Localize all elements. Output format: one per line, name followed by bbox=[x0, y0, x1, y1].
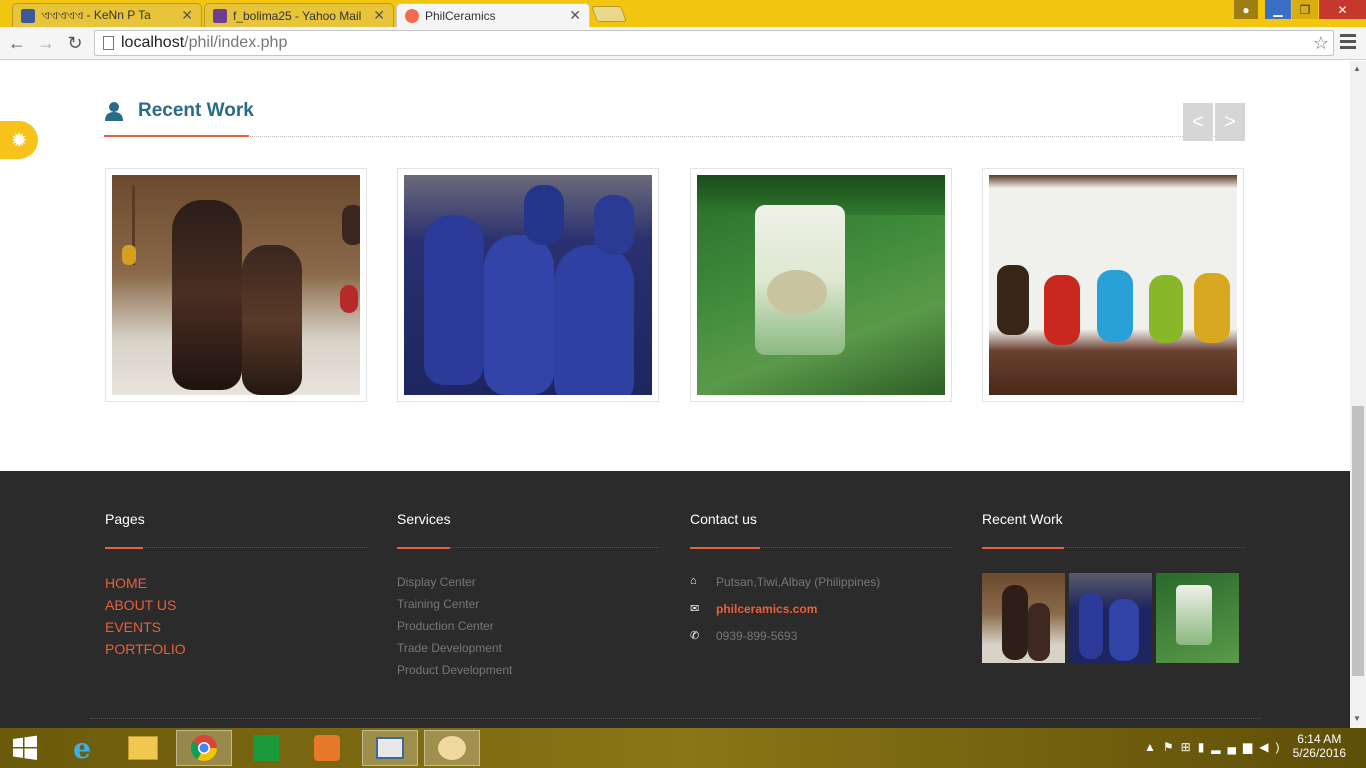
page-scrollbar[interactable]: ▲ ▼ bbox=[1350, 61, 1366, 728]
close-icon[interactable]: ✕ bbox=[569, 7, 581, 24]
footer-contact: Contact us ⌂ Putsan,Tiwi,Albay (Philippi… bbox=[690, 511, 952, 656]
green-candle-photo bbox=[697, 175, 945, 395]
home-icon: ⌂ bbox=[690, 575, 697, 587]
gear-icon[interactable]: ✹ bbox=[0, 121, 38, 159]
reload-icon[interactable]: ↻ bbox=[63, 32, 87, 54]
mail-icon bbox=[213, 8, 227, 23]
footer-pages-title: Pages bbox=[105, 511, 145, 527]
browser-tab-bar: ଏଏଏଏଏ‍ - KeNn P Ta ✕ f_bolima25 - Yahoo … bbox=[0, 0, 1366, 27]
footer-pages: Pages HOME ABOUT US EVENTS PORTFOLIO bbox=[105, 511, 367, 663]
presentation-app-icon[interactable] bbox=[362, 730, 418, 766]
restore-button[interactable]: ❐ bbox=[1292, 0, 1318, 19]
facebook-icon bbox=[21, 8, 35, 23]
back-icon[interactable]: ← bbox=[5, 32, 29, 54]
minimize-button[interactable]: ▁ bbox=[1265, 0, 1291, 19]
address-bar[interactable]: localhost/phil/index.php ☆ bbox=[94, 30, 1334, 56]
service-item[interactable]: Production Center bbox=[397, 619, 659, 641]
section-title: Recent Work bbox=[138, 100, 254, 121]
close-icon[interactable]: ✕ bbox=[373, 7, 385, 24]
chrome-menu-icon[interactable] bbox=[1340, 34, 1356, 52]
work-item-black-vases[interactable] bbox=[105, 168, 367, 402]
footer-services-title: Services bbox=[397, 511, 451, 527]
chrome-icon[interactable] bbox=[176, 730, 232, 766]
thumbnail-blue-vases[interactable] bbox=[1069, 573, 1152, 663]
url-path: /phil/index.php bbox=[184, 34, 288, 51]
recent-work-header: Recent Work bbox=[104, 99, 1245, 139]
forward-icon[interactable]: → bbox=[34, 32, 58, 54]
contact-phone: ✆ 0939-899-5693 bbox=[690, 629, 952, 656]
clock[interactable]: 6:14 AM 5/26/2016 bbox=[1293, 732, 1346, 760]
phone-text: 0939-899-5693 bbox=[716, 629, 798, 643]
black-vases-photo bbox=[112, 175, 360, 395]
page-icon bbox=[103, 36, 114, 50]
blue-vases-photo bbox=[404, 175, 652, 395]
contact-address: ⌂ Putsan,Tiwi,Albay (Philippines) bbox=[690, 575, 952, 602]
footer-recent-work-title: Recent Work bbox=[982, 511, 1063, 527]
email-link[interactable]: philceramics.com bbox=[716, 602, 817, 616]
work-item-green-candle[interactable] bbox=[690, 168, 952, 402]
service-item[interactable]: Product Development bbox=[397, 663, 659, 685]
browser-toolbar: ← → ↻ localhost/phil/index.php ☆ bbox=[0, 27, 1366, 60]
carousel-next-button[interactable]: > bbox=[1215, 103, 1245, 141]
tab-label: f_bolima25 - Yahoo Mail bbox=[233, 8, 362, 23]
clock-date: 5/26/2016 bbox=[1292, 746, 1346, 760]
url-host: localhost bbox=[121, 34, 185, 51]
carousel-prev-button[interactable]: < bbox=[1183, 103, 1213, 141]
thumbnail-green-candle[interactable] bbox=[1156, 573, 1239, 663]
work-item-blue-vases[interactable] bbox=[397, 168, 659, 402]
service-item[interactable]: Training Center bbox=[397, 597, 659, 619]
site-icon bbox=[405, 8, 419, 23]
envelope-icon: ✉ bbox=[690, 603, 700, 615]
footer-divider bbox=[90, 718, 1260, 719]
clock-time: 6:14 AM bbox=[1297, 732, 1342, 746]
footer-contact-title: Contact us bbox=[690, 511, 757, 527]
work-item-painted-lamps[interactable] bbox=[982, 168, 1244, 402]
site-footer: Pages HOME ABOUT US EVENTS PORTFOLIO Ser… bbox=[0, 471, 1350, 728]
address-text: Putsan,Tiwi,Albay (Philippines) bbox=[716, 575, 881, 589]
store-icon[interactable] bbox=[238, 730, 294, 766]
divider bbox=[690, 547, 952, 549]
divider bbox=[104, 136, 1245, 137]
contact-email[interactable]: ✉ philceramics.com bbox=[690, 602, 952, 629]
footer-services: Services Display Center Training Center … bbox=[397, 511, 659, 685]
tab-facebook[interactable]: ଏଏଏଏଏ‍ - KeNn P Ta ✕ bbox=[12, 3, 202, 27]
divider bbox=[397, 547, 659, 549]
bookmark-star-icon[interactable]: ☆ bbox=[1313, 33, 1329, 54]
scroll-down-icon[interactable]: ▼ bbox=[1353, 714, 1361, 723]
footer-link-portfolio[interactable]: PORTFOLIO bbox=[105, 641, 367, 663]
close-window-button[interactable]: ✕ bbox=[1319, 0, 1366, 19]
close-icon[interactable]: ✕ bbox=[181, 7, 193, 24]
thumbnail-black-vases[interactable] bbox=[982, 573, 1065, 663]
phone-icon: ✆ bbox=[690, 630, 700, 642]
tab-label: PhilCeramics bbox=[425, 8, 496, 23]
media-player-icon[interactable] bbox=[299, 730, 355, 766]
footer-link-home[interactable]: HOME bbox=[105, 575, 367, 597]
user-icon bbox=[105, 102, 123, 121]
service-item[interactable]: Display Center bbox=[397, 575, 659, 597]
recent-work-thumbnails bbox=[982, 573, 1244, 663]
title-underline bbox=[104, 135, 249, 137]
footer-recent-work: Recent Work bbox=[982, 511, 1244, 663]
file-explorer-icon[interactable] bbox=[115, 730, 171, 766]
user-icon[interactable]: ● bbox=[1234, 0, 1258, 19]
scrollbar-thumb[interactable] bbox=[1352, 406, 1364, 676]
footer-link-about[interactable]: ABOUT US bbox=[105, 597, 367, 619]
internet-explorer-icon[interactable]: e bbox=[54, 730, 110, 766]
windows-taskbar: e ▲⚑⊞▮▂▄▆◀) 6:14 AM 5/26/2016 bbox=[0, 728, 1366, 768]
divider bbox=[982, 547, 1244, 549]
page-viewport: ✹ Recent Work < > Pages HOME ABOUT US EV… bbox=[0, 61, 1350, 728]
windows-start-icon[interactable] bbox=[0, 730, 50, 766]
system-tray-icons[interactable]: ▲⚑⊞▮▂▄▆◀) bbox=[1144, 740, 1286, 754]
divider bbox=[105, 547, 367, 549]
scroll-up-icon[interactable]: ▲ bbox=[1353, 64, 1361, 73]
new-tab-button[interactable] bbox=[591, 6, 627, 22]
tab-label: ଏଏଏଏଏ‍ - KeNn P Ta bbox=[41, 8, 151, 22]
tab-yahoo-mail[interactable]: f_bolima25 - Yahoo Mail ✕ bbox=[204, 3, 394, 27]
service-item[interactable]: Trade Development bbox=[397, 641, 659, 663]
footer-link-events[interactable]: EVENTS bbox=[105, 619, 367, 641]
tab-philceramics[interactable]: PhilCeramics ✕ bbox=[396, 3, 590, 27]
painted-lamps-photo bbox=[989, 175, 1237, 395]
paint-icon[interactable] bbox=[424, 730, 480, 766]
